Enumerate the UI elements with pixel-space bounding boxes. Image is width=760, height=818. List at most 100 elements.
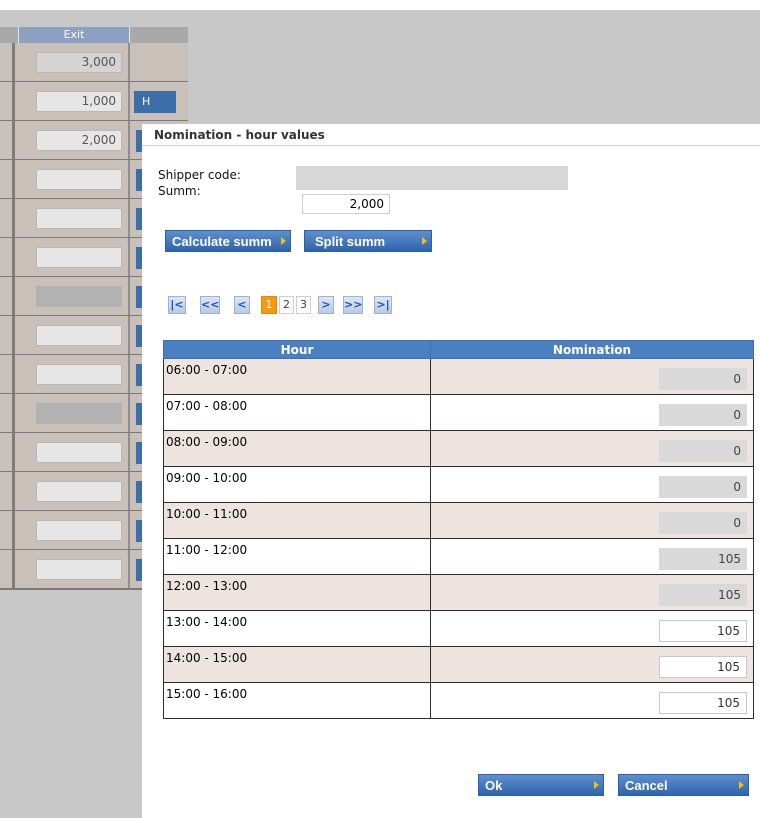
nomination-input[interactable]: 105 <box>659 692 747 714</box>
page-2[interactable]: 2 <box>279 296 294 314</box>
split-summ-label: Split summ <box>315 234 386 249</box>
prev-block-icon[interactable]: << <box>200 296 220 314</box>
table-row: 13:00 - 14:00 105 <box>163 610 754 647</box>
nomination-cell: 0 <box>430 430 754 467</box>
row-divider <box>12 550 15 588</box>
hour-values-body: 06:00 - 07:00 0 07:00 - 08:00 0 08:00 - 09:0… <box>163 358 754 719</box>
row-divider <box>128 394 130 432</box>
last-page-icon[interactable]: >| <box>374 296 392 314</box>
row-divider <box>128 277 130 315</box>
next-page-icon[interactable]: > <box>318 296 334 314</box>
row-divider <box>12 121 15 159</box>
hour-column-header: Hour <box>163 340 431 359</box>
row-divider <box>128 550 130 588</box>
hour-cell: 13:00 - 14:00 <box>163 610 431 647</box>
table-row: 14:00 - 15:00 105 <box>163 646 754 683</box>
exit-value-cell[interactable] <box>36 208 122 229</box>
row-divider <box>12 433 15 471</box>
row-divider <box>128 43 130 81</box>
exit-value-cell[interactable] <box>36 481 122 502</box>
arrow-right-icon <box>739 781 744 789</box>
calculate-summ-label: Calculate summ <box>172 234 272 249</box>
exit-value-cell[interactable] <box>36 442 122 463</box>
table-row: 08:00 - 09:00 0 <box>163 430 754 467</box>
row-divider <box>128 160 130 198</box>
row-divider <box>12 43 15 81</box>
arrow-right-icon <box>281 237 286 245</box>
nomination-readonly-value: 0 <box>659 368 747 390</box>
summ-label: Summ: <box>158 184 201 198</box>
cancel-button[interactable]: Cancel <box>618 774 749 796</box>
exit-value-cell[interactable] <box>36 169 122 190</box>
row-divider <box>128 511 130 549</box>
nomination-cell: 0 <box>430 358 754 395</box>
calculate-summ-button[interactable]: Calculate summ <box>165 230 291 252</box>
hour-cell: 08:00 - 09:00 <box>163 430 431 467</box>
nomination-cell: 0 <box>430 466 754 503</box>
nomination-input[interactable]: 105 <box>659 656 747 678</box>
exit-value-cell[interactable] <box>36 559 122 580</box>
row-divider <box>12 316 15 354</box>
summ-input[interactable] <box>302 194 390 214</box>
table-row: 07:00 - 08:00 0 <box>163 394 754 431</box>
exit-value-cell[interactable] <box>36 520 122 541</box>
row-divider <box>128 355 130 393</box>
row-divider <box>12 199 15 237</box>
hour-cell: 10:00 - 11:00 <box>163 502 431 539</box>
nomination-readonly-value: 105 <box>659 584 747 606</box>
nomination-cell: 105 <box>430 574 754 611</box>
page-3[interactable]: 3 <box>296 296 311 314</box>
nomination-hour-values-dialog: Nomination - hour values Shipper code: S… <box>142 124 760 818</box>
nomination-readonly-value: 0 <box>659 440 747 462</box>
nomination-cell: 105 <box>430 646 754 683</box>
exit-value-cell[interactable] <box>36 403 122 424</box>
row-divider <box>12 160 15 198</box>
shipper-code-field <box>296 166 568 190</box>
row-divider <box>128 121 130 159</box>
hour-values-button[interactable]: H <box>134 91 176 113</box>
dialog-title: Nomination - hour values <box>154 128 325 142</box>
row-divider <box>12 394 15 432</box>
hour-cell: 07:00 - 08:00 <box>163 394 431 431</box>
shipper-code-label: Shipper code: <box>158 168 241 182</box>
arrow-right-icon <box>422 237 427 245</box>
row-divider <box>12 472 15 510</box>
nomination-readonly-value: 105 <box>659 548 747 570</box>
table-row: 10:00 - 11:00 0 <box>163 502 754 539</box>
cancel-label: Cancel <box>625 778 668 793</box>
page-1[interactable]: 1 <box>261 296 277 314</box>
hour-cell: 14:00 - 15:00 <box>163 646 431 683</box>
row-divider <box>128 472 130 510</box>
hour-cell: 06:00 - 07:00 <box>163 358 431 395</box>
row-divider <box>12 355 15 393</box>
table-row: 11:00 - 12:00 105 <box>163 538 754 575</box>
row-divider <box>128 316 130 354</box>
ok-label: Ok <box>485 778 503 793</box>
background-row: 1,000 H <box>0 82 188 122</box>
background-row: 3,000 <box>0 43 188 83</box>
exit-value-cell[interactable]: 3,000 <box>36 52 122 73</box>
nomination-cell: 105 <box>430 538 754 575</box>
nomination-input[interactable]: 105 <box>659 620 747 642</box>
row-divider <box>12 82 15 120</box>
hour-cell: 09:00 - 10:00 <box>163 466 431 503</box>
split-summ-button[interactable]: Split summ <box>304 230 432 252</box>
exit-value-cell[interactable]: 2,000 <box>36 130 122 151</box>
exit-value-cell[interactable] <box>36 364 122 385</box>
first-page-icon[interactable]: |< <box>168 296 186 314</box>
hour-cell: 11:00 - 12:00 <box>163 538 431 575</box>
nomination-readonly-value: 0 <box>659 404 747 426</box>
nomination-readonly-value: 0 <box>659 512 747 534</box>
exit-value-cell[interactable] <box>36 247 122 268</box>
exit-value-cell[interactable]: 1,000 <box>36 91 122 112</box>
nomination-cell: 105 <box>430 610 754 647</box>
table-row: 12:00 - 13:00 105 <box>163 574 754 611</box>
hour-values-table: Hour Nomination 06:00 - 07:00 0 07:00 - 08… <box>163 340 754 719</box>
exit-value-cell[interactable] <box>36 286 122 307</box>
next-block-icon[interactable]: >> <box>343 296 363 314</box>
ok-button[interactable]: Ok <box>478 774 604 796</box>
row-divider <box>12 277 15 315</box>
exit-value-cell[interactable] <box>36 325 122 346</box>
table-row: 15:00 - 16:00 105 <box>163 682 754 719</box>
prev-page-icon[interactable]: < <box>234 296 250 314</box>
